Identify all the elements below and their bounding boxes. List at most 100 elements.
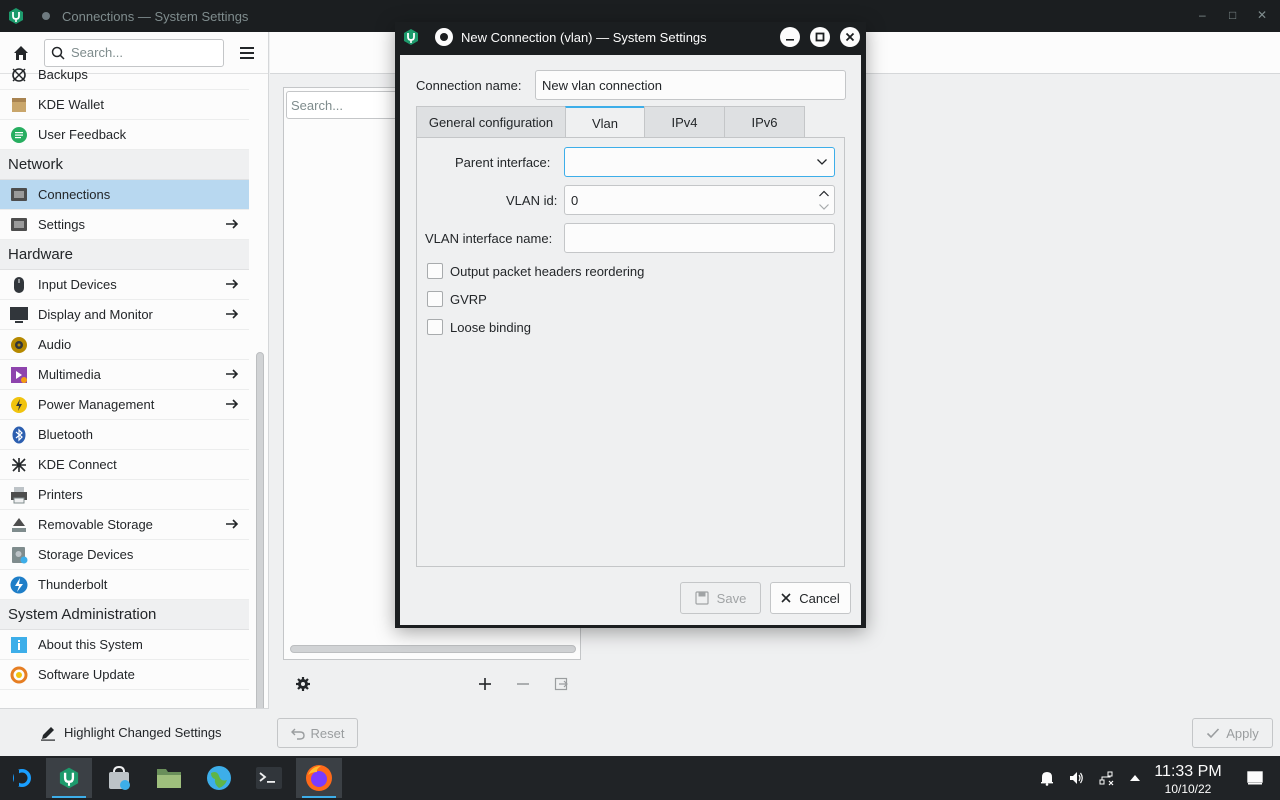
system-settings-app-icon: [9, 8, 23, 24]
show-desktop-icon: [1247, 771, 1263, 785]
spin-down-icon[interactable]: [818, 202, 830, 212]
sidebar-scroll-thumb[interactable]: [256, 352, 264, 734]
sidebar-item-label: About this System: [38, 637, 143, 652]
reset-label: Reset: [310, 725, 345, 741]
spin-up-icon[interactable]: [818, 189, 830, 199]
sidebar-item-label: Backups: [38, 67, 88, 82]
tab-ipv4[interactable]: IPv4: [644, 106, 725, 138]
cancel-button[interactable]: Cancel: [770, 582, 851, 614]
volume-tray-icon[interactable]: [1066, 768, 1086, 788]
clock-date: 10/10/22: [1164, 782, 1212, 796]
arrow-right-icon[interactable]: [225, 217, 239, 231]
task-browser-globe[interactable]: [196, 758, 242, 798]
tab-vlan[interactable]: Vlan: [565, 106, 645, 139]
connections-search[interactable]: [286, 91, 406, 119]
app-launcher-button[interactable]: [0, 758, 44, 798]
sidebar-item-display-and-monitor[interactable]: Display and Monitor: [0, 300, 249, 330]
network-tray-icon[interactable]: [1096, 768, 1116, 788]
sidebar-item-label: Power Management: [38, 397, 155, 412]
connections-icon: [9, 185, 29, 205]
sidebar-item-power-management[interactable]: Power Management: [0, 390, 249, 420]
section-header-hardware: Hardware: [0, 240, 249, 270]
sidebar-item-label: Thunderbolt: [38, 577, 108, 592]
sidebar-item-input-devices[interactable]: Input Devices: [0, 270, 249, 300]
sidebar-item-label: KDE Connect: [38, 457, 117, 472]
sidebar-item-kde-connect[interactable]: KDE Connect: [0, 450, 249, 480]
sidebar-item-user-feedback[interactable]: User Feedback: [0, 120, 249, 150]
dialog-titlebar[interactable]: New Connection (vlan) — System Settings: [396, 23, 865, 51]
sidebar-item-settings[interactable]: Settings: [0, 210, 249, 240]
loose-binding-checkbox[interactable]: [427, 319, 443, 335]
clock-time: 11:33 PM: [1154, 763, 1222, 780]
arrow-right-icon[interactable]: [225, 397, 239, 411]
sidebar-item-removable-storage[interactable]: Removable Storage: [0, 510, 249, 540]
dialog-pin-icon[interactable]: [435, 28, 453, 46]
arrow-right-icon[interactable]: [225, 517, 239, 531]
minimize-icon[interactable]: –: [1199, 8, 1206, 22]
task-system-settings[interactable]: [46, 758, 92, 798]
sidebar-item-storage-devices[interactable]: Storage Devices: [0, 540, 249, 570]
vlan-interface-name-input[interactable]: [564, 223, 835, 253]
sidebar-item-software-update[interactable]: Software Update: [0, 660, 249, 690]
highlight-changed-settings-button[interactable]: Highlight Changed Settings: [0, 708, 269, 756]
connections-hscrollbar[interactable]: [290, 645, 576, 653]
show-desktop-button[interactable]: [1245, 768, 1265, 788]
loose-binding-row[interactable]: Loose binding: [427, 319, 531, 335]
notifications-tray-icon[interactable]: [1037, 768, 1057, 788]
dialog-minimize-button[interactable]: [780, 27, 800, 47]
remove-connection-button[interactable]: [513, 674, 533, 694]
close-icon[interactable]: ✕: [1257, 8, 1267, 22]
vlan-id-spinbox[interactable]: 0: [564, 185, 835, 215]
gvrp-checkbox[interactable]: [427, 291, 443, 307]
backups-icon: [9, 65, 29, 85]
sidebar-item-multimedia[interactable]: Multimedia: [0, 360, 249, 390]
storage-devices-icon: [9, 545, 29, 565]
connection-name-label: Connection name:: [416, 78, 522, 93]
sidebar-item-bluetooth[interactable]: Bluetooth: [0, 420, 249, 450]
task-konsole[interactable]: [246, 758, 292, 798]
output-packet-headers-reordering-row[interactable]: Output packet headers reordering: [427, 263, 644, 279]
sidebar-item-audio[interactable]: Audio: [0, 330, 249, 360]
arrow-right-icon[interactable]: [225, 277, 239, 291]
sidebar-search-input[interactable]: [71, 45, 211, 60]
pin-icon[interactable]: [42, 12, 50, 20]
reset-button[interactable]: Reset: [277, 718, 358, 748]
home-icon: [14, 45, 28, 60]
sidebar-item-backups[interactable]: Backups: [0, 60, 249, 90]
sidebar-item-kde-wallet[interactable]: KDE Wallet: [0, 90, 249, 120]
parent-interface-combo[interactable]: [564, 147, 835, 177]
bluetooth-icon: [9, 425, 29, 445]
configure-button[interactable]: [293, 674, 313, 694]
audio-icon: [9, 335, 29, 355]
sidebar-item-about-this-system[interactable]: About this System: [0, 630, 249, 660]
tray-expander[interactable]: [1125, 768, 1145, 788]
dialog-close-button[interactable]: [840, 27, 860, 47]
sidebar-item-printers[interactable]: Printers: [0, 480, 249, 510]
sidebar-item-thunderbolt[interactable]: Thunderbolt: [0, 570, 249, 600]
connection-name-input[interactable]: [535, 70, 846, 100]
output-packet-headers-reordering-checkbox[interactable]: [427, 263, 443, 279]
task-discover[interactable]: [96, 758, 142, 798]
task-firefox[interactable]: [296, 758, 342, 798]
arrow-right-icon[interactable]: [225, 307, 239, 321]
sidebar-item-label: Multimedia: [38, 367, 101, 382]
dialog-maximize-button[interactable]: [810, 27, 830, 47]
connections-search-input[interactable]: [291, 97, 401, 113]
tab-general-configuration[interactable]: General configuration: [416, 106, 566, 138]
firefox-icon: [306, 765, 332, 791]
sidebar-item-label: Removable Storage: [38, 517, 153, 532]
arrow-right-icon[interactable]: [225, 367, 239, 381]
task-dolphin[interactable]: [146, 758, 192, 798]
export-connection-button[interactable]: [551, 674, 571, 694]
hamburger-icon: [240, 46, 254, 59]
apply-button[interactable]: Apply: [1192, 718, 1273, 748]
tab-ipv6[interactable]: IPv6: [724, 106, 805, 138]
digital-clock[interactable]: 11:33 PM 10/10/22: [1148, 763, 1228, 796]
sidebar-item-label: Settings: [38, 217, 85, 232]
apply-label: Apply: [1226, 725, 1259, 741]
gvrp-row[interactable]: GVRP: [427, 291, 487, 307]
add-connection-button[interactable]: [475, 674, 495, 694]
sidebar-item-connections[interactable]: Connections: [0, 180, 249, 210]
save-button[interactable]: Save: [680, 582, 761, 614]
maximize-icon[interactable]: □: [1229, 8, 1236, 22]
